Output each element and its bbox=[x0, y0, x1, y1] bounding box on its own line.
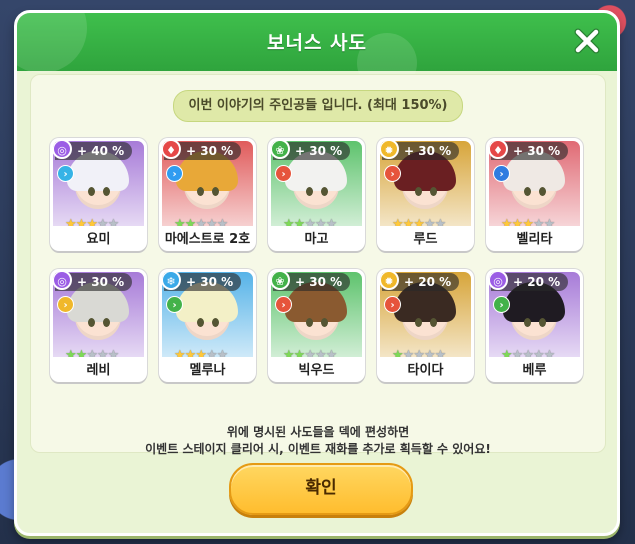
description-text: 위에 명시된 사도들을 덱에 편성하면 이벤트 스테이지 클리어 시, 이벤트 … bbox=[31, 424, 605, 458]
close-icon bbox=[574, 28, 600, 54]
character-name: 빅우드 bbox=[298, 363, 335, 378]
character-name: 레비 bbox=[86, 363, 111, 378]
star-empty-icon: ★ bbox=[434, 217, 447, 227]
character-eye bbox=[212, 187, 219, 196]
character-card[interactable]: + 30 % ✹ › ★★★★★ 루드 bbox=[377, 138, 474, 251]
character-eye bbox=[306, 187, 313, 196]
description-line-1: 위에 명시된 사도들을 덱에 편성하면 bbox=[226, 425, 410, 439]
star-empty-icon: ★ bbox=[325, 348, 338, 358]
character-card-grid: + 40 % ◎ › ★★★★★ 요미 + 30 % ♦ › ★★★★★ 마에스트로 2호 + 30… bbox=[50, 138, 590, 398]
character-portrait: + 40 % ◎ › ★★★★★ bbox=[53, 141, 144, 226]
character-name: 멜루나 bbox=[189, 363, 226, 378]
character-name: 마고 bbox=[304, 232, 329, 247]
star-empty-icon: ★ bbox=[543, 217, 556, 227]
chevron-icon: › bbox=[166, 165, 183, 182]
star-empty-icon: ★ bbox=[107, 348, 120, 358]
character-eye bbox=[524, 187, 531, 196]
character-eye bbox=[321, 187, 328, 196]
star-rating: ★★★★★ bbox=[283, 213, 338, 227]
dialog-header: 보너스 사도 bbox=[17, 13, 617, 93]
character-portrait: + 30 % ♦ › ★★★★★ bbox=[489, 141, 580, 226]
star-rating: ★★★★★ bbox=[174, 213, 229, 227]
character-portrait: + 30 % ❀ › ★★★★★ bbox=[271, 272, 362, 357]
character-card[interactable]: + 30 % ♦ › ★★★★★ 벨리타 bbox=[486, 138, 583, 251]
star-empty-icon: ★ bbox=[216, 217, 229, 227]
character-eye bbox=[539, 318, 546, 327]
star-rating: ★★★★★ bbox=[392, 344, 447, 358]
character-portrait: + 30 % ✹ › ★★★★★ bbox=[380, 141, 471, 226]
chevron-icon: › bbox=[166, 296, 183, 313]
star-empty-icon: ★ bbox=[216, 348, 229, 358]
character-card[interactable]: + 30 % ◎ › ★★★★★ 레비 bbox=[50, 269, 147, 382]
character-eye bbox=[103, 187, 110, 196]
star-rating: ★★★★★ bbox=[392, 213, 447, 227]
character-card[interactable]: + 30 % ❄ › ★★★★★ 멜루나 bbox=[159, 269, 256, 382]
character-name: 타이다 bbox=[407, 363, 444, 378]
star-rating: ★★★★★ bbox=[283, 344, 338, 358]
character-portrait: + 30 % ♦ › ★★★★★ bbox=[162, 141, 253, 226]
character-eye bbox=[415, 187, 422, 196]
character-eye bbox=[430, 187, 437, 196]
character-eye bbox=[197, 187, 204, 196]
character-card[interactable]: + 30 % ♦ › ★★★★★ 마에스트로 2호 bbox=[159, 138, 256, 251]
character-portrait: + 30 % ◎ › ★★★★★ bbox=[53, 272, 144, 357]
character-eye bbox=[103, 318, 110, 327]
dialog-title: 보너스 사도 bbox=[266, 32, 367, 54]
chevron-icon: › bbox=[275, 296, 292, 313]
star-empty-icon: ★ bbox=[434, 348, 447, 358]
character-eye bbox=[430, 318, 437, 327]
character-eye bbox=[212, 318, 219, 327]
description-line-2: 이벤트 스테이지 클리어 시, 이벤트 재화를 추가로 획득할 수 있어요! bbox=[145, 442, 491, 456]
character-eye bbox=[197, 318, 204, 327]
character-eye bbox=[415, 318, 422, 327]
chevron-icon: › bbox=[384, 165, 401, 182]
character-name: 마에스트로 2호 bbox=[164, 232, 251, 247]
star-rating: ★★★★★ bbox=[174, 344, 229, 358]
bonus-character-dialog: 보너스 사도 이번 이야기의 주인공들 입니다. (최대 150%) + 40 … bbox=[14, 10, 620, 536]
character-eye bbox=[88, 318, 95, 327]
star-empty-icon: ★ bbox=[543, 348, 556, 358]
chevron-icon: › bbox=[57, 165, 74, 182]
star-rating: ★★★★★ bbox=[501, 213, 556, 227]
character-name: 벨리타 bbox=[516, 232, 553, 247]
character-name: 베루 bbox=[522, 363, 547, 378]
star-rating: ★★★★★ bbox=[65, 213, 120, 227]
character-name: 요미 bbox=[86, 232, 111, 247]
character-portrait: + 20 % ✹ › ★★★★★ bbox=[380, 272, 471, 357]
character-eye bbox=[321, 318, 328, 327]
star-empty-icon: ★ bbox=[107, 217, 120, 227]
character-card[interactable]: + 20 % ◎ › ★★★★★ 베루 bbox=[486, 269, 583, 382]
character-card[interactable]: + 20 % ✹ › ★★★★★ 타이다 bbox=[377, 269, 474, 382]
character-name: 루드 bbox=[413, 232, 438, 247]
star-rating: ★★★★★ bbox=[501, 344, 556, 358]
character-portrait: + 20 % ◎ › ★★★★★ bbox=[489, 272, 580, 357]
close-button[interactable] bbox=[571, 25, 603, 57]
character-eye bbox=[306, 318, 313, 327]
star-rating: ★★★★★ bbox=[65, 344, 120, 358]
character-card[interactable]: + 30 % ❀ › ★★★★★ 빅우드 bbox=[268, 269, 365, 382]
character-portrait: + 30 % ❀ › ★★★★★ bbox=[271, 141, 362, 226]
chevron-icon: › bbox=[57, 296, 74, 313]
bonus-banner: 이번 이야기의 주인공들 입니다. (최대 150%) bbox=[173, 90, 463, 122]
character-portrait: + 30 % ❄ › ★★★★★ bbox=[162, 272, 253, 357]
star-empty-icon: ★ bbox=[325, 217, 338, 227]
chevron-icon: › bbox=[493, 165, 510, 182]
content-panel: 이번 이야기의 주인공들 입니다. (최대 150%) + 40 % ◎ › ★★★★… bbox=[30, 74, 606, 456]
character-eye bbox=[88, 187, 95, 196]
confirm-button[interactable]: 확인 bbox=[229, 463, 413, 515]
chevron-icon: › bbox=[493, 296, 510, 313]
character-card[interactable]: + 30 % ❀ › ★★★★★ 마고 bbox=[268, 138, 365, 251]
character-card[interactable]: + 40 % ◎ › ★★★★★ 요미 bbox=[50, 138, 147, 251]
chevron-icon: › bbox=[384, 296, 401, 313]
character-eye bbox=[539, 187, 546, 196]
character-eye bbox=[524, 318, 531, 327]
chevron-icon: › bbox=[275, 165, 292, 182]
